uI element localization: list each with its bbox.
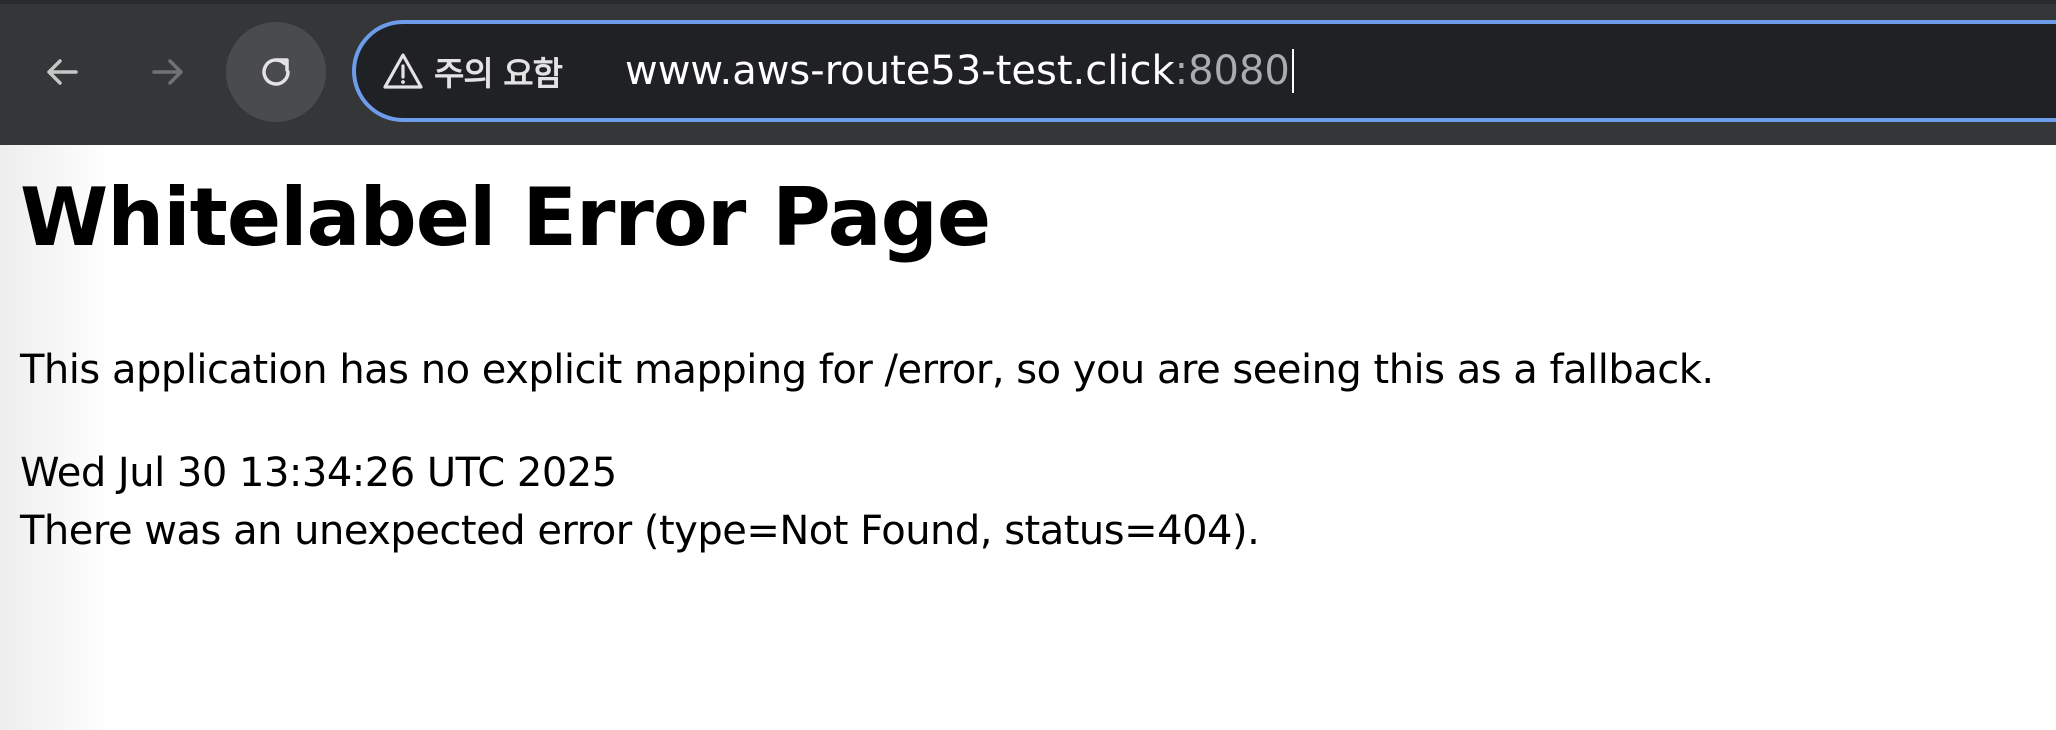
arrow-right-icon: [152, 59, 183, 85]
reload-button[interactable]: [226, 22, 326, 122]
warning-triangle-icon: [383, 53, 423, 89]
error-timestamp: Wed Jul 30 13:34:26 UTC 2025: [20, 450, 617, 496]
security-indicator[interactable]: 주의 요함: [382, 24, 563, 118]
page-title: Whitelabel Error Page: [20, 171, 991, 264]
text-cursor: [1291, 49, 1294, 93]
url-port: :8080: [1174, 48, 1290, 94]
address-bar[interactable]: 주의 요함 www.aws-route53-test.click:8080: [352, 20, 2056, 122]
url-field[interactable]: www.aws-route53-test.click:8080: [625, 24, 1294, 118]
browser-toolbar: 주의 요함 www.aws-route53-test.click:8080: [0, 0, 2056, 145]
forward-button[interactable]: [118, 22, 218, 122]
fallback-message: This application has no explicit mapping…: [20, 347, 1714, 393]
security-label: 주의 요함: [434, 54, 563, 93]
reload-icon: [262, 58, 290, 86]
arrow-left-icon: [47, 59, 78, 85]
url-host: www.aws-route53-test.click: [625, 48, 1175, 94]
error-detail: There was an unexpected error (type=Not …: [20, 508, 1260, 554]
address-bar-inner: 주의 요함 www.aws-route53-test.click:8080: [356, 24, 2056, 118]
back-button[interactable]: [12, 22, 112, 122]
page-content: Whitelabel Error Page This application h…: [0, 145, 2056, 730]
tab-strip-edge: [0, 0, 2056, 4]
